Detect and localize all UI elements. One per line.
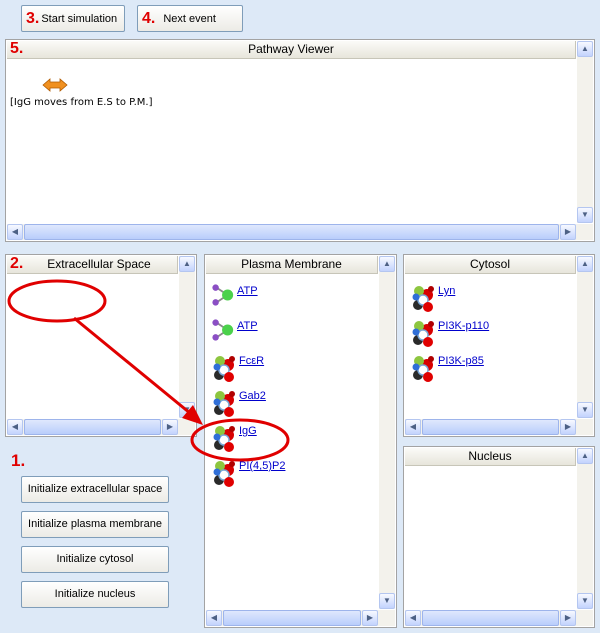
- protein-molecule-icon: [410, 318, 436, 348]
- scroll-up-button[interactable]: ▲: [577, 448, 593, 464]
- scroll-left-button[interactable]: ◀: [405, 419, 421, 435]
- plasma-membrane-header: Plasma Membrane: [206, 256, 378, 274]
- scroll-left-button[interactable]: ◀: [7, 419, 23, 435]
- step-number-1: 1.: [11, 451, 26, 470]
- atp-molecule-icon: [211, 283, 235, 307]
- molecule-item-fcer[interactable]: FcεR: [211, 353, 264, 383]
- protein-molecule-icon: [211, 353, 237, 383]
- protein-molecule-icon: [410, 353, 436, 383]
- scroll-left-button[interactable]: ◀: [7, 224, 23, 240]
- nucleus-horizontal-scrollbar[interactable]: ◀ ▶: [405, 610, 593, 626]
- cytosol-title: Cytosol: [469, 257, 510, 271]
- atp-molecule-icon: [211, 318, 235, 342]
- scroll-right-button[interactable]: ▶: [560, 419, 576, 435]
- plasma-membrane-horizontal-scrollbar[interactable]: ◀ ▶: [206, 610, 395, 626]
- step-number-5: 5.: [10, 40, 24, 57]
- cytosol-vertical-scrollbar[interactable]: ▲ ▼: [577, 256, 593, 418]
- nucleus-panel: Nucleus ▲ ▼ ◀ ▶: [403, 446, 595, 628]
- molecule-link[interactable]: Gab2: [239, 390, 266, 402]
- extracellular-space-title: Extracellular Space: [47, 257, 151, 271]
- plasma-membrane-vertical-scrollbar[interactable]: ▲ ▼: [379, 256, 395, 609]
- transport-arrow-icon: [42, 78, 68, 95]
- molecule-link[interactable]: PI3K-p110: [438, 320, 489, 332]
- pathway-vertical-scrollbar[interactable]: ▲ ▼: [577, 41, 593, 223]
- scrollbar-thumb[interactable]: [422, 610, 559, 626]
- cytosol-panel: Cytosol Lyn PI3K-p110 PI3K-p85 ▲ ▼ ◀ ▶: [403, 254, 595, 437]
- extracellular-space-header: 2. Extracellular Space: [7, 255, 178, 274]
- plasma-membrane-panel: Plasma Membrane ATP ATP FcεR Gab2 IgG PI…: [204, 254, 397, 628]
- molecule-item-atp-1[interactable]: ATP: [211, 283, 258, 307]
- scroll-up-button[interactable]: ▲: [577, 41, 593, 57]
- scroll-down-button[interactable]: ▼: [577, 402, 593, 418]
- protein-molecule-icon: [410, 283, 436, 313]
- scroll-right-button[interactable]: ▶: [362, 610, 378, 626]
- molecule-link[interactable]: PI3K-p85: [438, 355, 484, 367]
- protein-molecule-icon: [211, 423, 237, 453]
- extracellular-vertical-scrollbar[interactable]: ▲ ▼: [179, 256, 195, 418]
- cytosol-horizontal-scrollbar[interactable]: ◀ ▶: [405, 419, 593, 435]
- step-number-3: 3.: [26, 9, 40, 27]
- step-number-2: 2.: [10, 255, 24, 272]
- molecule-link[interactable]: PI(4,5)P2: [239, 460, 285, 472]
- molecule-item-pip2[interactable]: PI(4,5)P2: [211, 458, 285, 488]
- pathway-viewer-panel: 5. Pathway Viewer [IgG moves from E.S to…: [5, 39, 595, 242]
- molecule-item-igg[interactable]: IgG: [211, 423, 257, 453]
- next-event-button[interactable]: 4. Next event: [137, 5, 243, 32]
- protein-molecule-icon: [211, 388, 237, 418]
- next-event-label: Next event: [163, 12, 216, 25]
- initialize-cytosol-button[interactable]: Initialize cytosol: [21, 546, 169, 573]
- scroll-left-button[interactable]: ◀: [405, 610, 421, 626]
- molecule-link[interactable]: ATP: [237, 320, 258, 332]
- scrollbar-thumb[interactable]: [422, 419, 559, 435]
- scrollbar-thumb[interactable]: [223, 610, 361, 626]
- scroll-down-button[interactable]: ▼: [577, 207, 593, 223]
- scroll-up-button[interactable]: ▲: [179, 256, 195, 272]
- initialize-extracellular-space-button[interactable]: Initialize extracellular space: [21, 476, 169, 503]
- scroll-down-button[interactable]: ▼: [577, 593, 593, 609]
- protein-molecule-icon: [211, 458, 237, 488]
- extracellular-space-panel: 2. Extracellular Space ▲ ▼ ◀ ▶: [5, 254, 197, 437]
- scroll-right-button[interactable]: ▶: [560, 224, 576, 240]
- cytosol-header: Cytosol: [405, 256, 576, 274]
- molecule-item-gab2[interactable]: Gab2: [211, 388, 266, 418]
- scrollbar-thumb[interactable]: [24, 224, 559, 240]
- scroll-down-button[interactable]: ▼: [379, 593, 395, 609]
- molecule-item-lyn[interactable]: Lyn: [410, 283, 455, 313]
- nucleus-title: Nucleus: [468, 449, 512, 463]
- molecule-link[interactable]: FcεR: [239, 355, 264, 367]
- scroll-right-button[interactable]: ▶: [560, 610, 576, 626]
- nucleus-header: Nucleus: [405, 448, 576, 466]
- start-simulation-button[interactable]: 3. Start simulation: [21, 5, 125, 32]
- pathway-event-text: [IgG moves from E.S to P.M.]: [10, 97, 153, 108]
- scrollbar-thumb[interactable]: [24, 419, 161, 435]
- pathway-viewer-header: 5. Pathway Viewer: [7, 40, 576, 59]
- plasma-membrane-title: Plasma Membrane: [241, 257, 342, 271]
- step-number-4: 4.: [142, 9, 156, 27]
- start-simulation-label: Start simulation: [41, 12, 118, 25]
- nucleus-vertical-scrollbar[interactable]: ▲ ▼: [577, 448, 593, 609]
- molecule-link[interactable]: IgG: [239, 425, 257, 437]
- scroll-left-button[interactable]: ◀: [206, 610, 222, 626]
- molecule-link[interactable]: ATP: [237, 285, 258, 297]
- pathway-horizontal-scrollbar[interactable]: ◀ ▶: [7, 224, 593, 240]
- initialize-plasma-membrane-button[interactable]: Initialize plasma membrane: [21, 511, 169, 538]
- pathway-viewer-title: Pathway Viewer: [248, 42, 334, 56]
- extracellular-horizontal-scrollbar[interactable]: ◀ ▶: [7, 419, 195, 435]
- initialize-nucleus-button[interactable]: Initialize nucleus: [21, 581, 169, 608]
- scroll-up-button[interactable]: ▲: [379, 256, 395, 272]
- scroll-down-button[interactable]: ▼: [179, 402, 195, 418]
- molecule-link[interactable]: Lyn: [438, 285, 455, 297]
- molecule-item-pi3k-p110[interactable]: PI3K-p110: [410, 318, 489, 348]
- scroll-right-button[interactable]: ▶: [162, 419, 178, 435]
- molecule-item-pi3k-p85[interactable]: PI3K-p85: [410, 353, 484, 383]
- scroll-up-button[interactable]: ▲: [577, 256, 593, 272]
- molecule-item-atp-2[interactable]: ATP: [211, 318, 258, 342]
